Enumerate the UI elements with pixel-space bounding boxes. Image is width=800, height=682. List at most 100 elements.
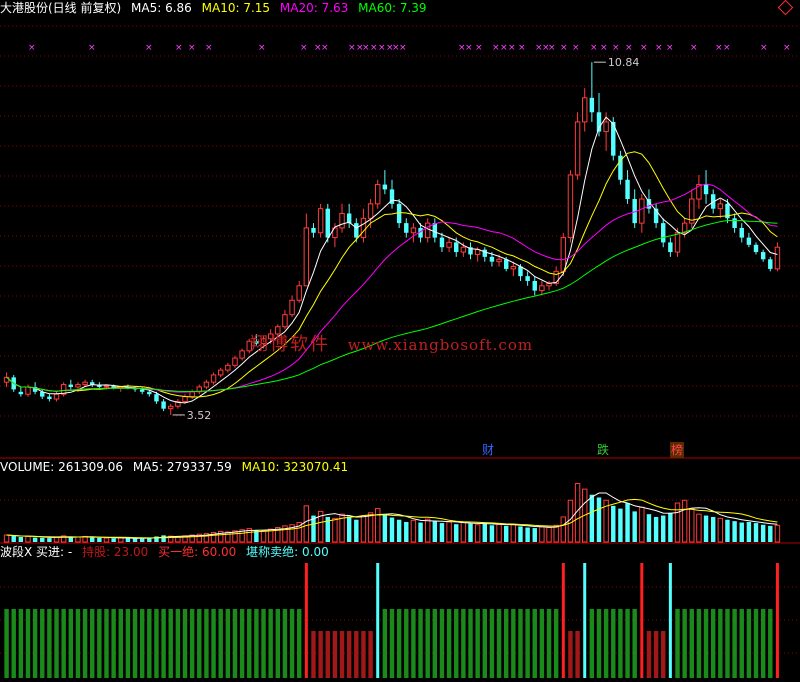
signal-marker: × bbox=[508, 43, 516, 53]
volume-bar-down bbox=[596, 497, 602, 542]
volume-ma5-label: MA5: 279337.59 bbox=[132, 460, 232, 474]
indicator-hold-bar bbox=[489, 609, 495, 678]
candle-body-down bbox=[668, 242, 673, 253]
signal-marker: × bbox=[88, 43, 96, 53]
signal-marker: × bbox=[560, 43, 568, 53]
indicator-hold-bar bbox=[189, 609, 195, 678]
candle-body-down bbox=[746, 237, 752, 245]
indicator-hold-bar bbox=[439, 609, 445, 678]
indicator-hold-bar bbox=[382, 609, 388, 678]
indicator-hold-bar bbox=[82, 609, 88, 678]
volume-bar-down bbox=[753, 523, 759, 542]
indicator-signal-bar bbox=[376, 563, 380, 678]
volume-bar-up bbox=[410, 519, 417, 543]
candle-body-up bbox=[539, 285, 545, 292]
indicator-hold-bar bbox=[396, 609, 402, 678]
volume-bar-down bbox=[111, 538, 116, 542]
volume-bar-down bbox=[139, 538, 145, 542]
volume-bar-down bbox=[503, 525, 509, 542]
candle-body-down bbox=[404, 223, 409, 233]
signal-marker: × bbox=[175, 43, 183, 53]
indicator-panel-header: 波段X 买进: - 持股: 23.00 买一绝: 60.00 堪称卖绝: 0.0… bbox=[0, 545, 335, 559]
indicator-hold-bar bbox=[768, 609, 773, 678]
indicator-wait-bar bbox=[346, 631, 352, 678]
event-badge-list[interactable]: 榜 bbox=[670, 442, 684, 458]
indicator-hold-bar bbox=[147, 609, 152, 678]
signal-marker: × bbox=[625, 43, 633, 53]
indicator-hold-bar bbox=[389, 609, 395, 678]
volume-bar-down bbox=[468, 523, 473, 542]
indicator-wait-bar bbox=[646, 631, 652, 678]
indicator-hold-bar bbox=[125, 609, 131, 678]
volume-bar-down bbox=[489, 525, 495, 542]
candle-body-down bbox=[760, 252, 766, 260]
indicator-hold-bar bbox=[97, 609, 102, 678]
indicator-hold-bar bbox=[689, 609, 694, 678]
candle-body-up bbox=[367, 203, 374, 219]
indicator-hold-bar bbox=[461, 609, 466, 678]
indicator-hold-bar bbox=[546, 609, 552, 678]
candle-body-up bbox=[474, 249, 481, 255]
signal-marker: × bbox=[399, 43, 407, 53]
volume-bar-up bbox=[3, 534, 10, 543]
volume-bar-up bbox=[510, 524, 517, 543]
signal-marker: × bbox=[715, 43, 723, 53]
indicator-hold-bar bbox=[418, 609, 423, 678]
indicator-hold-bar bbox=[511, 609, 516, 678]
indicator-hold-bar bbox=[261, 609, 266, 678]
volume-bar-up bbox=[460, 522, 467, 543]
indicator-hold-bar bbox=[710, 609, 716, 678]
candle-body-down bbox=[768, 259, 773, 269]
volume-bar-up bbox=[53, 536, 60, 543]
indicator-hold-bar bbox=[632, 609, 637, 678]
candle-body-down bbox=[139, 389, 145, 392]
candle-body-up bbox=[217, 369, 224, 376]
candle-body-up bbox=[203, 381, 210, 388]
volume-bar-down bbox=[404, 521, 409, 542]
candle-body-up bbox=[82, 381, 88, 386]
volume-bar-up bbox=[681, 499, 688, 543]
candle-body-up bbox=[339, 212, 345, 229]
candle-body-down bbox=[354, 223, 359, 238]
indicator-hold-bar bbox=[161, 609, 166, 678]
volume-bar-up bbox=[303, 505, 310, 543]
volume-bar-up bbox=[696, 513, 702, 543]
volume-bar-up bbox=[560, 516, 567, 543]
volume-bar-up bbox=[539, 526, 545, 543]
event-badge-drop[interactable]: 跌 bbox=[596, 442, 610, 458]
volume-bar-down bbox=[382, 514, 388, 542]
indicator-hold: 持股: 23.00 bbox=[82, 545, 149, 559]
signal-marker: × bbox=[321, 43, 329, 53]
indicator-hold-bar bbox=[225, 609, 231, 678]
signal-marker: × bbox=[188, 43, 196, 53]
volume-bar-up bbox=[332, 517, 338, 543]
candle-body-down bbox=[532, 280, 537, 291]
indicator-hold-bar bbox=[197, 609, 202, 678]
event-badge-finance[interactable]: 财 bbox=[481, 442, 495, 458]
indicator-hold-bar bbox=[4, 609, 9, 678]
indicator-hold-bar bbox=[589, 609, 595, 678]
signal-marker: × bbox=[590, 43, 598, 53]
indicator-signal-bar bbox=[640, 563, 644, 678]
volume-bar-down bbox=[346, 516, 352, 542]
volume-bar-up bbox=[474, 524, 481, 543]
candle-body-down bbox=[482, 249, 488, 257]
watermark-cn: 翔博软件 bbox=[250, 334, 330, 355]
indicator-hold-bar bbox=[289, 609, 295, 678]
candle-body-down bbox=[703, 184, 709, 195]
signal-marker: × bbox=[348, 43, 356, 53]
indicator-hold-bar bbox=[90, 609, 95, 678]
volume-bar-up bbox=[553, 524, 559, 543]
ma60-line bbox=[6, 220, 778, 392]
ma5-line bbox=[6, 116, 778, 404]
indicator-hold-bar bbox=[254, 609, 259, 678]
candle-body-up bbox=[510, 266, 517, 270]
candle-body-up bbox=[289, 299, 295, 316]
candle-body-up bbox=[574, 121, 581, 176]
volume-bar-down bbox=[418, 522, 423, 542]
indicator-hold-bar bbox=[175, 609, 181, 678]
indicator-hold-bar bbox=[218, 609, 223, 678]
indicator-hold-bar bbox=[239, 609, 245, 678]
candle-body-down bbox=[161, 401, 166, 409]
stock-chart-window: { "header": { "title": "大港股份(日线 前复权)", "… bbox=[0, 0, 800, 682]
